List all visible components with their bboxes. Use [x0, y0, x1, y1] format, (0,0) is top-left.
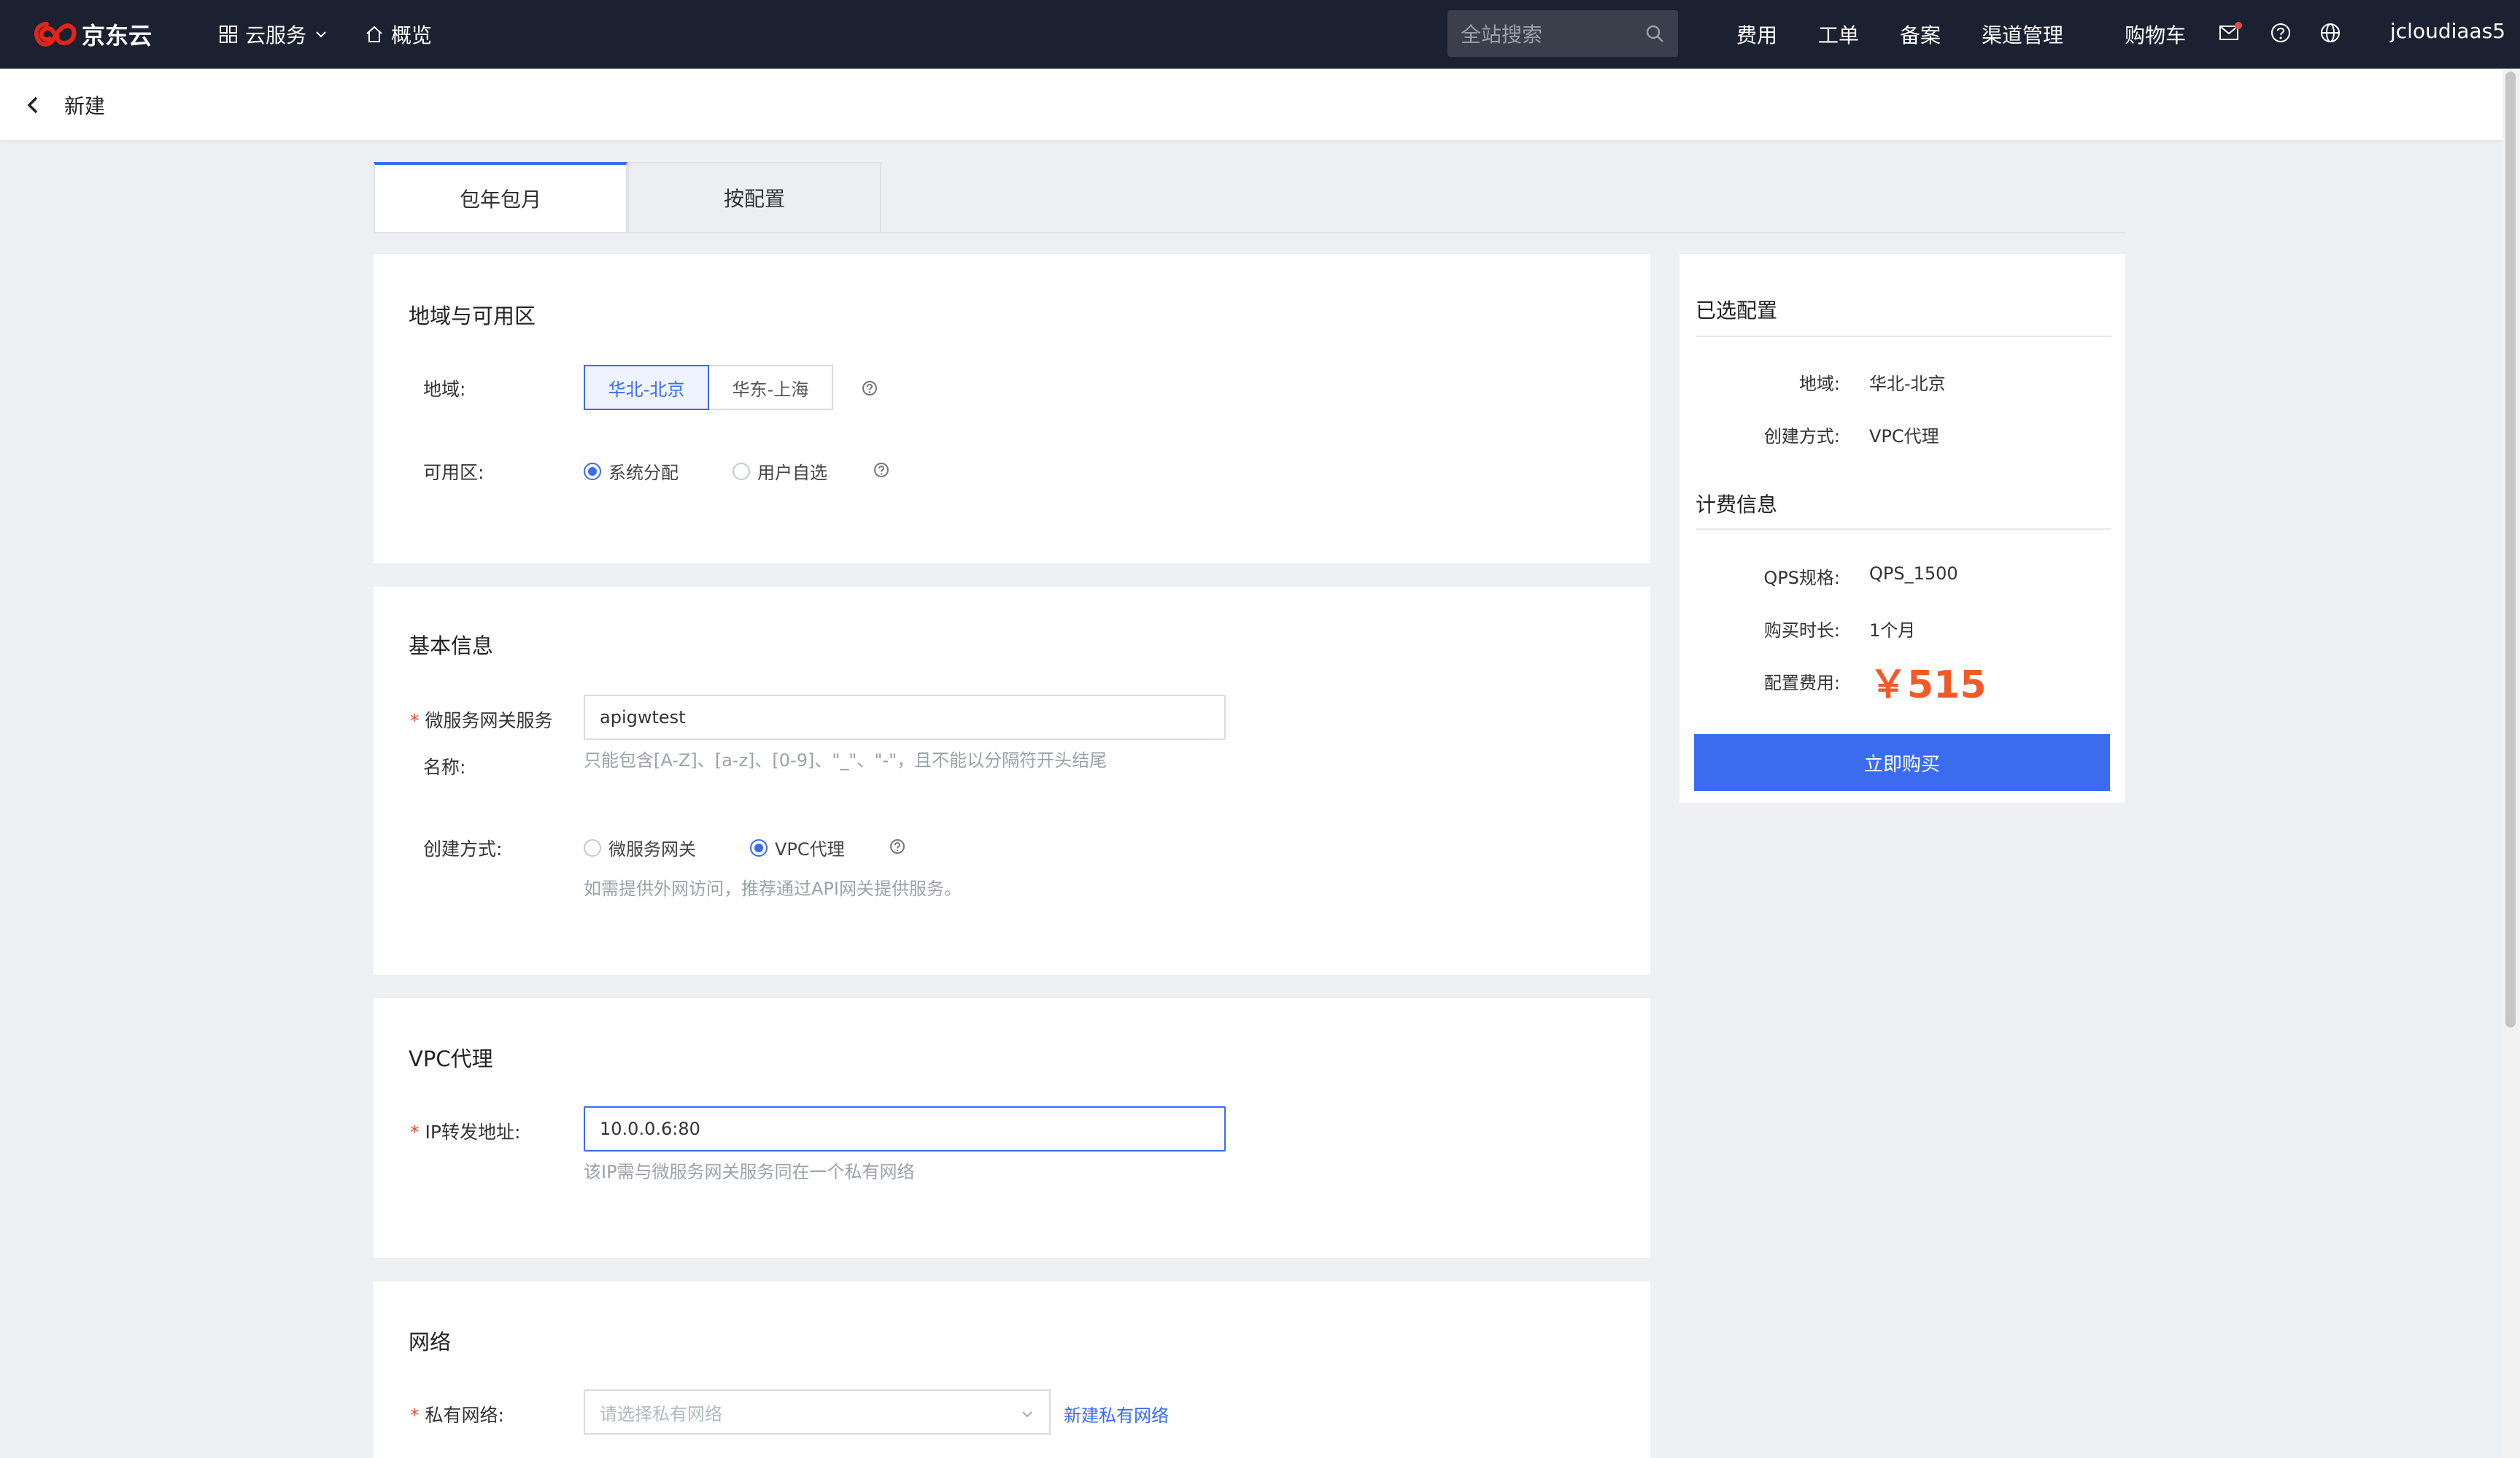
- service-name-label-line2: 名称:: [423, 757, 466, 778]
- nav-channel-management[interactable]: 渠道管理: [1982, 20, 2063, 49]
- jdcloud-logo-icon: [34, 22, 77, 47]
- service-name-input[interactable]: [585, 696, 1224, 738]
- globe-icon[interactable]: [2319, 21, 2342, 45]
- create-help-icon[interactable]: [889, 838, 906, 855]
- back-button[interactable]: 新建: [25, 90, 105, 120]
- grid-icon: [220, 26, 237, 43]
- nav-fees[interactable]: 费用: [1736, 20, 1777, 49]
- search-input[interactable]: [1459, 10, 1637, 58]
- ip-forward-field[interactable]: [584, 1106, 1226, 1152]
- radio-checked-icon: [750, 838, 768, 857]
- network-card: 网络 * 私有网络: 请选择私有网络 新建私有网络: [374, 1281, 1650, 1458]
- divider: [1696, 336, 2111, 337]
- scrollbar-thumb[interactable]: [2505, 72, 2516, 1027]
- chevron-down-icon: [316, 31, 326, 38]
- summary-region-key: 地域:: [1798, 374, 1840, 394]
- region-option-beijing[interactable]: 华北-北京: [584, 365, 709, 410]
- create-method-hint: 如需提供外网访问，推荐通过API网关提供服务。: [584, 879, 962, 899]
- cloud-services-label: 云服务: [245, 23, 307, 47]
- nav-cart[interactable]: 购物车: [2125, 20, 2186, 49]
- page-title: 新建: [64, 94, 106, 118]
- scrollbar[interactable]: [2502, 69, 2520, 1458]
- ip-forward-hint: 该IP需与微服务网关服务同在一个私有网络: [584, 1162, 915, 1182]
- user-account[interactable]: jcloudiaas5: [2390, 19, 2505, 43]
- nav-tickets[interactable]: 工单: [1818, 20, 1859, 49]
- service-name-hint: 只能包含[A-Z]、[a-z]、[0-9]、"_"、"-"，且不能以分隔符开头结…: [584, 750, 1108, 771]
- zone-option-user[interactable]: 用户自选: [733, 458, 827, 484]
- basic-section-title: 基本信息: [409, 633, 494, 658]
- brand-name: 京东云: [82, 22, 152, 50]
- summary-qps-key: QPS规格:: [1763, 568, 1840, 588]
- region-section-title: 地域与可用区: [409, 304, 536, 328]
- vpc-proxy-card: VPC代理 *IP转发地址: 该IP需与微服务网关服务同在一个私有网络: [374, 998, 1650, 1258]
- region-label: 地域:: [423, 379, 466, 400]
- summary-duration-key: 购买时长:: [1763, 620, 1840, 641]
- network-section-title: 网络: [409, 1330, 452, 1354]
- summary-fee-value: ￥515: [1869, 663, 1987, 707]
- required-mark: *: [410, 1405, 420, 1426]
- chevron-left-icon: [27, 96, 38, 114]
- zone-option-system-label: 系统分配: [608, 463, 679, 483]
- zone-label: 可用区:: [423, 462, 484, 483]
- order-summary-panel: 已选配置 地域: 华北-北京 创建方式: VPC代理 计费信息 QPS规格: Q…: [1680, 254, 2125, 803]
- billing-tabs: 包年包月 按配置: [374, 162, 2125, 234]
- service-name-label-line1: 微服务网关服务: [425, 710, 553, 731]
- chevron-down-icon: [1022, 1411, 1032, 1418]
- summary-fee-key: 配置费用:: [1763, 673, 1840, 693]
- cloud-services-menu[interactable]: 云服务: [219, 20, 328, 49]
- create-method-label: 创建方式:: [423, 838, 503, 860]
- page-header: 新建: [0, 69, 2502, 140]
- zone-help-icon[interactable]: [873, 461, 890, 479]
- create-option-vpc-label: VPC代理: [775, 839, 845, 860]
- divider: [1696, 528, 2111, 530]
- summary-create-value: VPC代理: [1869, 426, 1939, 447]
- vpc-section-title: VPC代理: [409, 1046, 493, 1071]
- home-icon: [366, 26, 382, 42]
- ip-forward-label: * IP转发地址:: [410, 1118, 520, 1144]
- overview-label: 概览: [391, 23, 433, 47]
- selected-config-title: 已选配置: [1696, 298, 1778, 323]
- summary-create-key: 创建方式:: [1763, 426, 1840, 447]
- ip-forward-input[interactable]: [585, 1108, 1224, 1150]
- zone-option-user-label: 用户自选: [757, 463, 827, 483]
- ip-forward-label-text: IP转发地址:: [425, 1122, 521, 1143]
- radio-unchecked-icon: [584, 838, 601, 857]
- summary-region-value: 华北-北京: [1869, 374, 1946, 394]
- region-option-shanghai[interactable]: 华东-上海: [709, 365, 833, 410]
- global-search[interactable]: [1448, 10, 1678, 58]
- mail-icon[interactable]: [2218, 20, 2243, 45]
- zone-option-system[interactable]: 系统分配: [584, 458, 679, 484]
- billing-info-title: 计费信息: [1696, 493, 1778, 517]
- basic-info-card: 基本信息 *微服务网关服务 名称: 只能包含[A-Z]、[a-z]、[0-9]、…: [374, 587, 1650, 975]
- create-private-network-link[interactable]: 新建私有网络: [1064, 1401, 1169, 1427]
- summary-duration-value: 1个月: [1869, 620, 1916, 641]
- private-network-label-text: 私有网络:: [425, 1405, 504, 1426]
- help-icon[interactable]: [2269, 21, 2292, 45]
- radio-checked-icon: [584, 462, 601, 480]
- top-navbar: 京东云 云服务 概览 费用: [0, 0, 2520, 69]
- overview-link[interactable]: 概览: [365, 20, 432, 49]
- buy-now-button[interactable]: 立即购买: [1694, 734, 2110, 791]
- private-network-label: * 私有网络:: [410, 1401, 504, 1427]
- create-option-gateway-label: 微服务网关: [608, 839, 696, 860]
- service-name-field[interactable]: [584, 695, 1226, 740]
- service-name-label: * 微服务网关服务: [410, 706, 553, 733]
- private-network-placeholder: 请选择私有网络: [600, 1403, 722, 1424]
- region-card: 地域与可用区 地域: 华北-北京 华东-上海 可用区: 系统分配 用户自选: [374, 254, 1650, 563]
- search-icon[interactable]: [1644, 23, 1665, 44]
- tab-by-config[interactable]: 按配置: [627, 162, 881, 232]
- create-option-vpc[interactable]: VPC代理: [750, 835, 845, 860]
- region-selector: 华北-北京 华东-上海: [584, 365, 833, 410]
- nav-filing[interactable]: 备案: [1900, 20, 1941, 49]
- summary-qps-value: QPS_1500: [1869, 563, 1958, 584]
- tab-yearly-monthly[interactable]: 包年包月: [374, 162, 627, 232]
- required-mark: *: [410, 1122, 420, 1143]
- required-mark: *: [410, 710, 420, 731]
- radio-unchecked-icon: [733, 462, 750, 480]
- private-network-select[interactable]: 请选择私有网络: [584, 1389, 1051, 1435]
- region-help-icon[interactable]: [861, 379, 878, 397]
- logo[interactable]: 京东云: [32, 18, 152, 51]
- create-option-gateway[interactable]: 微服务网关: [584, 835, 696, 860]
